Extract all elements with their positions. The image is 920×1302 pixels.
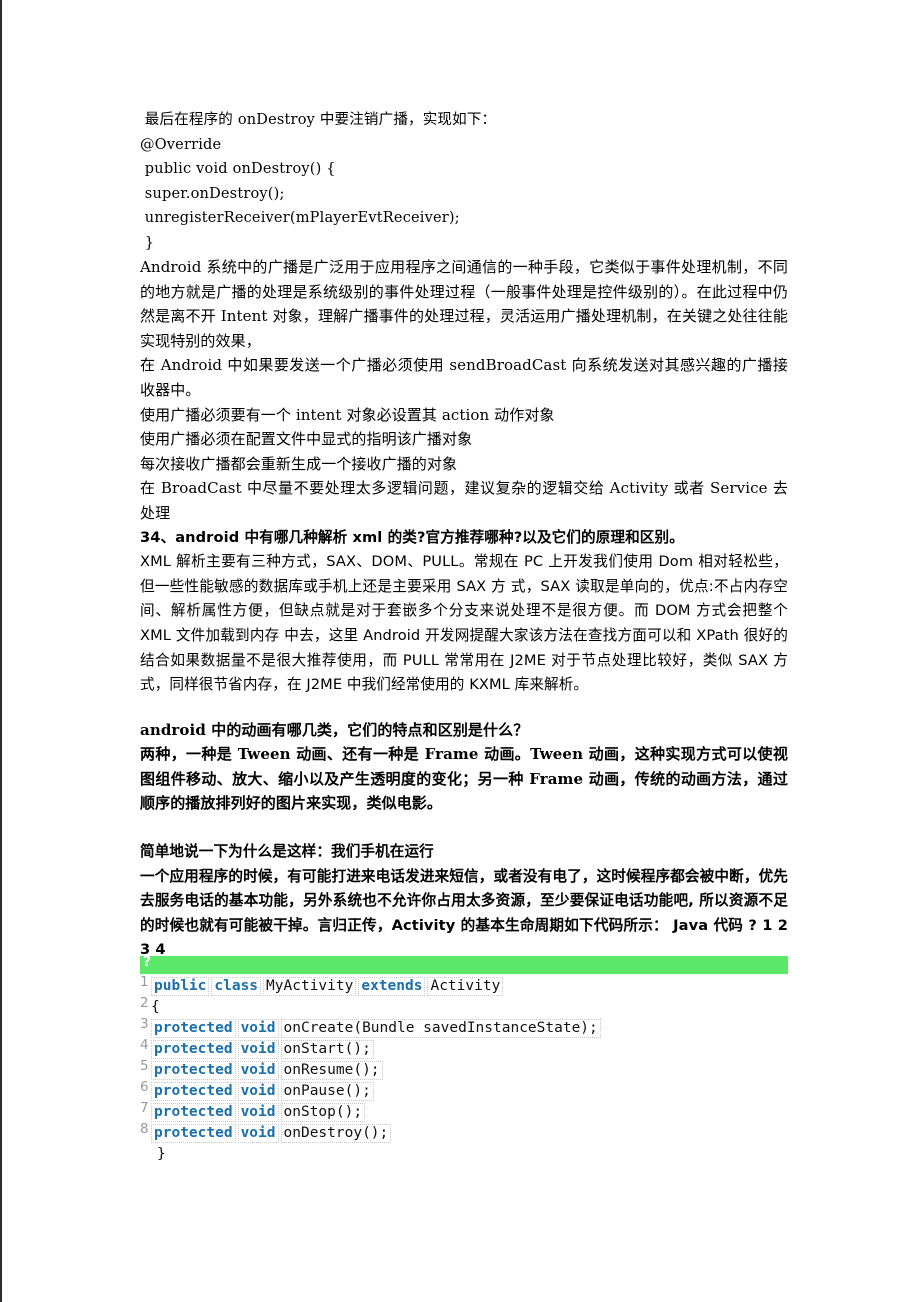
code-line: 2{ bbox=[140, 995, 788, 1018]
spacer-before-lifecycle bbox=[140, 816, 788, 840]
code-line: 8 protected void onDestroy(); bbox=[140, 1121, 788, 1144]
paragraph-animation-answer: 两种，一种是 Tween 动画、还有一种是 Frame 动画。Tween 动画，… bbox=[140, 745, 788, 813]
code-keyword: void bbox=[237, 1103, 279, 1122]
code-body: 1 public class MyActivity extends Activity 2{3… bbox=[140, 974, 788, 1165]
paragraph-broadcast-overview: Android 系统中的广播是广泛用于应用程序之间通信的一种手段，它类似于事件处… bbox=[140, 258, 788, 350]
body-line-ondestroy-intro: 最后在程序的 onDestroy 中要注销广播，实现如下： bbox=[140, 112, 497, 128]
code-keyword: protected bbox=[151, 1061, 236, 1080]
heading-lifecycle-question: 简单地说一下为什么是这样：我们手机在运行 bbox=[140, 843, 434, 861]
code-line-text: protected void onPause(); bbox=[151, 1081, 376, 1102]
code-token: onResume(); bbox=[280, 1061, 383, 1080]
code-token: MyActivity bbox=[263, 977, 357, 996]
code-line-text: public class MyActivity extends Activity bbox=[151, 976, 505, 997]
code-keyword: void bbox=[237, 1040, 279, 1059]
code-line-text: protected void onDestroy(); bbox=[151, 1123, 393, 1144]
code-keyword: protected bbox=[151, 1019, 236, 1038]
code-token: onDestroy(); bbox=[280, 1124, 392, 1143]
code-block: ? 1 public class MyActivity extends Activity 2… bbox=[140, 953, 788, 1165]
body-line-method-signature: public void onDestroy() { bbox=[140, 161, 336, 177]
code-token: onStart(); bbox=[280, 1040, 374, 1059]
body-line-super-call: super.onDestroy(); bbox=[140, 185, 285, 202]
spacer-before-animation bbox=[140, 698, 788, 718]
code-keyword: protected bbox=[151, 1124, 236, 1143]
code-line: } bbox=[140, 1144, 788, 1165]
code-keyword: extends bbox=[358, 977, 426, 996]
code-line-text: protected void onResume(); bbox=[151, 1060, 385, 1081]
code-line: 6 protected void onPause(); bbox=[140, 1079, 788, 1102]
code-line-number: 8 bbox=[140, 1121, 149, 1137]
code-line-number: 1 bbox=[140, 974, 149, 990]
code-keyword: protected bbox=[151, 1082, 236, 1101]
code-token: Activity bbox=[427, 977, 504, 996]
code-token-closing-brace: } bbox=[157, 1146, 166, 1162]
code-line: 4 protected void onStart(); bbox=[140, 1037, 788, 1060]
code-line-number: 2 bbox=[140, 995, 149, 1011]
code-keyword: protected bbox=[151, 1103, 236, 1122]
bullet-intent-action: 使用广播必须要有一个 intent 对象必设置其 action 动作对象 bbox=[140, 405, 555, 424]
code-token: onCreate(Bundle savedInstanceState); bbox=[280, 1019, 601, 1038]
bullet-receiver-recreate: 每次接收广播都会重新生成一个接收广播的对象 bbox=[140, 454, 458, 473]
code-line-text: protected void onStart(); bbox=[151, 1039, 376, 1060]
document-body: 最后在程序的 onDestroy 中要注销广播，实现如下： @Override … bbox=[140, 108, 788, 963]
code-token-brace: { bbox=[151, 999, 160, 1015]
heading-animation-question: android 中的动画有哪几类，它们的特点和区别是什么？ bbox=[140, 720, 529, 739]
code-line-text: protected void onStop(); bbox=[151, 1102, 367, 1123]
code-keyword: public bbox=[151, 977, 210, 996]
code-keyword: void bbox=[237, 1061, 279, 1080]
code-keyword: void bbox=[237, 1124, 279, 1143]
code-line-number: 5 bbox=[140, 1058, 149, 1074]
paragraph-sendbroadcast: 在 Android 中如果要发送一个广播必须使用 sendBroadCast 向… bbox=[140, 356, 788, 399]
bullet-manifest-declare: 使用广播必须在配置文件中显式的指明该广播对象 bbox=[140, 430, 473, 449]
page-left-border bbox=[0, 0, 2, 1302]
heading-question-34: 34、android 中有哪几种解析 xml 的类?官方推荐哪种?以及它们的原理… bbox=[140, 528, 684, 546]
code-keyword: void bbox=[237, 1019, 279, 1038]
code-line-text: protected void onCreate(Bundle savedInstan… bbox=[151, 1018, 603, 1039]
paragraph-xml-parsing: XML 解析主要有三种方式，SAX、DOM、PULL。常规在 PC 上开发我们使… bbox=[140, 553, 788, 694]
code-line: 3 protected void onCreate(Bundle savedInsta… bbox=[140, 1016, 788, 1039]
code-keyword: class bbox=[211, 977, 262, 996]
code-line-number: 6 bbox=[140, 1079, 149, 1095]
document-page: 最后在程序的 onDestroy 中要注销广播，实现如下： @Override … bbox=[0, 0, 920, 1302]
code-line-number: 4 bbox=[140, 1037, 149, 1053]
code-line-number: 7 bbox=[140, 1100, 149, 1116]
body-line-unregister-receiver: unregisterReceiver(mPlayerEvtReceiver); bbox=[140, 210, 460, 226]
body-line-override-annotation: @Override bbox=[140, 136, 222, 153]
code-token: onStop(); bbox=[280, 1103, 366, 1122]
code-help-icon[interactable]: ? bbox=[143, 953, 151, 971]
code-keyword: protected bbox=[151, 1040, 236, 1059]
code-keyword: void bbox=[237, 1082, 279, 1101]
code-line: 1 public class MyActivity extends Activity bbox=[140, 974, 788, 997]
body-line-closing-brace: } bbox=[140, 234, 155, 251]
paragraph-lifecycle-answer: 一个应用程序的时候，有可能打进来电话发进来短信，或者没有电了，这时候程序都会被中… bbox=[140, 867, 788, 959]
code-toolbar[interactable]: ? bbox=[140, 953, 788, 974]
code-line-number: 3 bbox=[140, 1016, 149, 1032]
code-token: onPause(); bbox=[280, 1082, 374, 1101]
code-line: 5 protected void onResume(); bbox=[140, 1058, 788, 1081]
paragraph-broadcast-logic: 在 BroadCast 中尽量不要处理太多逻辑问题，建议复杂的逻辑交给 Acti… bbox=[140, 479, 788, 522]
code-line: 7 protected void onStop(); bbox=[140, 1100, 788, 1123]
